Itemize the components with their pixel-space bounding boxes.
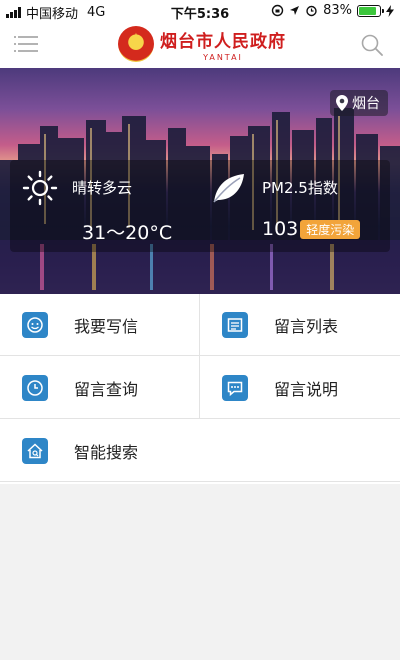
map-pin-icon	[336, 95, 348, 111]
weather-panel: 晴转多云 31～20°C PM2.5指数 103 轻度污染	[10, 160, 390, 252]
signal-strength-icon	[6, 7, 21, 18]
weather-block: 晴转多云 31～20°C	[10, 160, 200, 252]
menu-item-label: 留言查询	[74, 379, 139, 399]
location-chip[interactable]: 烟台	[330, 90, 388, 116]
menu-icon	[14, 36, 38, 38]
location-arrow-icon	[290, 6, 300, 15]
menu-button[interactable]	[14, 36, 38, 54]
national-emblem-icon	[118, 26, 154, 62]
pm25-value: 103	[262, 218, 299, 240]
rotation-lock-icon	[271, 4, 284, 17]
pm25-label: PM2.5指数	[262, 179, 338, 197]
menu-item-smart-search[interactable]: 智能搜索	[0, 420, 400, 482]
temperature-range: 31～20°C	[82, 222, 173, 244]
menu-item-message-query[interactable]: 留言查询	[0, 357, 199, 419]
alarm-icon	[306, 5, 317, 17]
menu-item-label: 留言列表	[274, 316, 339, 336]
network-label: 4G	[87, 5, 106, 20]
menu-item-write-letter[interactable]: 我要写信	[0, 294, 199, 356]
carrier-label: 中国移动	[26, 7, 79, 22]
grid-divider	[199, 294, 200, 419]
charging-bolt-icon	[386, 4, 394, 17]
battery-percent: 83%	[323, 3, 352, 18]
sun-icon	[22, 170, 58, 206]
app-header: 烟台市人民政府 YANTAI	[0, 22, 400, 68]
menu-item-message-guide[interactable]: 留言说明	[200, 357, 400, 419]
status-bar: 中国移动 4G 下午5:36 83%	[0, 0, 400, 22]
search-button[interactable]	[360, 33, 384, 57]
menu-item-label: 我要写信	[74, 316, 139, 336]
chat-icon	[227, 381, 243, 396]
location-label: 烟台	[352, 96, 380, 112]
app-subtitle: YANTAI	[203, 52, 243, 62]
search-icon	[361, 34, 383, 56]
write-letter-icon	[27, 316, 43, 333]
air-quality-block: PM2.5指数 103 轻度污染	[200, 160, 390, 252]
leaf-icon	[213, 174, 244, 203]
menu-item-label: 智能搜索	[74, 442, 139, 462]
weather-condition: 晴转多云	[72, 179, 133, 197]
app-title: 烟台市人民政府	[160, 31, 286, 52]
menu-item-label: 留言说明	[274, 379, 339, 399]
clock: 下午5:36	[170, 7, 230, 22]
home-search-icon	[27, 442, 43, 458]
message-list-icon	[227, 317, 243, 332]
menu-item-message-list[interactable]: 留言列表	[200, 294, 400, 356]
service-menu: 我要写信 留言列表 留言查询 留言说明 智能搜索	[0, 294, 400, 484]
aqi-level-badge: 轻度污染	[300, 220, 361, 239]
pm25-readout: 103 轻度污染	[262, 218, 361, 240]
brand-logo: 烟台市人民政府 YANTAI	[118, 26, 286, 62]
clock-icon	[27, 379, 43, 396]
city-banner: 烟台 晴转多云 31～20°C PM2.5指数 103 轻度污染	[0, 68, 400, 294]
battery-icon	[357, 4, 384, 17]
